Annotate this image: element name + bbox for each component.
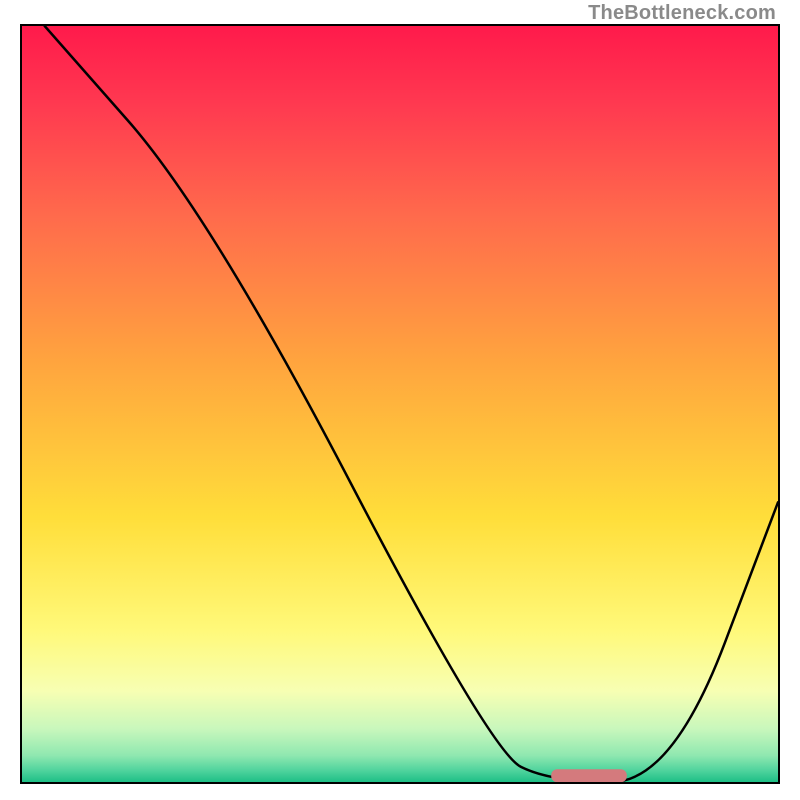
- heat-background: [22, 26, 778, 782]
- chart-frame: [20, 24, 780, 784]
- chart-svg: [22, 26, 778, 782]
- optimal-range-indicator: [551, 769, 627, 782]
- watermark-text: TheBottleneck.com: [588, 2, 776, 25]
- plot-area: [22, 26, 778, 782]
